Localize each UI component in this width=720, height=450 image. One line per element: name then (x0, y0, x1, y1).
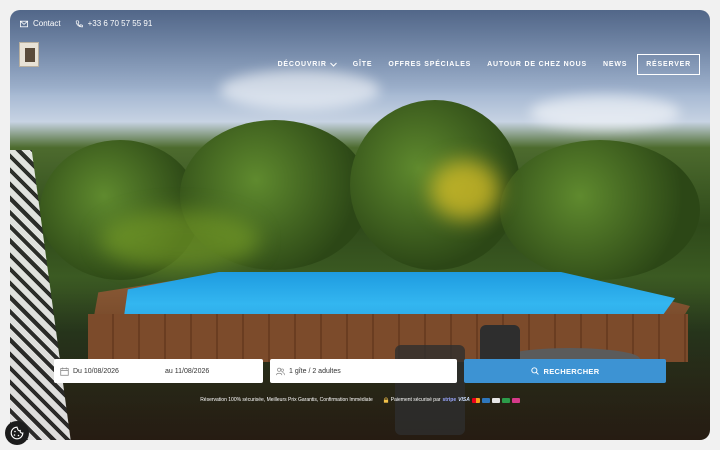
date-range-field[interactable]: Du 10/08/2026 au 11/08/2026 (54, 359, 263, 383)
card-logo (511, 397, 520, 403)
phone-link[interactable]: +33 6 70 57 55 91 (75, 19, 153, 28)
guests-value: 1 gîte / 2 adultes (289, 367, 341, 375)
mastercard-logo (471, 397, 480, 403)
nav-item-label: OFFRES SPÉCIALES (388, 61, 472, 68)
stripe-logo: stripe (442, 397, 457, 403)
nav-item-news[interactable]: NEWS (595, 61, 635, 68)
cookie-icon (10, 426, 24, 440)
nav-item-decouvrir[interactable]: DÉCOUVRIR (270, 61, 345, 68)
tree-decoration (500, 140, 700, 280)
cookie-settings-button[interactable] (5, 421, 29, 445)
nav-item-label: NEWS (603, 61, 628, 68)
search-button[interactable]: RECHERCHER (464, 359, 666, 383)
trust-text: Réservation 100% sécurisée, Meilleurs Pr… (200, 397, 373, 403)
search-icon (530, 367, 539, 375)
trust-line: Réservation 100% sécurisée, Meilleurs Pr… (10, 397, 710, 403)
reserve-button[interactable]: RÉSERVER (637, 54, 700, 75)
nav-item-label: DÉCOUVRIR (277, 61, 327, 68)
mail-icon (20, 20, 28, 27)
contact-link[interactable]: Contact (20, 19, 61, 28)
phone-number: +33 6 70 57 55 91 (87, 19, 153, 28)
date-to: au 11/08/2026 (165, 367, 210, 375)
hero-section: Contact +33 6 70 57 55 91 DÉCOUVRIR GÎTE… (10, 10, 710, 440)
leaf-blur (430, 160, 500, 220)
payment-text: Paiement sécurisé par (390, 397, 441, 403)
topbar: Contact +33 6 70 57 55 91 (20, 19, 152, 28)
leaf-blur (100, 210, 260, 270)
guests-icon (276, 367, 285, 375)
contact-label: Contact (33, 19, 61, 28)
date-from: Du 10/08/2026 (73, 367, 119, 375)
visa-logo: VISA (458, 397, 470, 403)
card-logo (491, 397, 500, 403)
phone-icon (75, 19, 83, 27)
card-logo (501, 397, 510, 403)
nav-item-label: GÎTE (352, 61, 373, 68)
payment-info: Paiement sécurisé par stripe VISA (383, 397, 520, 403)
nav-item-offres[interactable]: OFFRES SPÉCIALES (380, 61, 479, 68)
calendar-icon (60, 367, 69, 376)
lock-icon (383, 397, 388, 403)
main-nav: DÉCOUVRIR GÎTE OFFRES SPÉCIALES AUTOUR D… (270, 54, 700, 75)
guests-field[interactable]: 1 gîte / 2 adultes (270, 359, 457, 383)
nav-item-autour[interactable]: AUTOUR DE CHEZ NOUS (479, 61, 595, 68)
amex-logo (481, 397, 490, 403)
nav-item-label: AUTOUR DE CHEZ NOUS (487, 61, 587, 68)
cloud-decoration (530, 95, 680, 130)
cloud-decoration (220, 70, 380, 110)
site-logo[interactable] (19, 42, 39, 67)
booking-bar: Du 10/08/2026 au 11/08/2026 1 gîte / 2 a… (54, 359, 666, 383)
search-label: RECHERCHER (543, 366, 600, 376)
chevron-down-icon (329, 62, 337, 67)
nav-item-gite[interactable]: GÎTE (345, 61, 381, 68)
